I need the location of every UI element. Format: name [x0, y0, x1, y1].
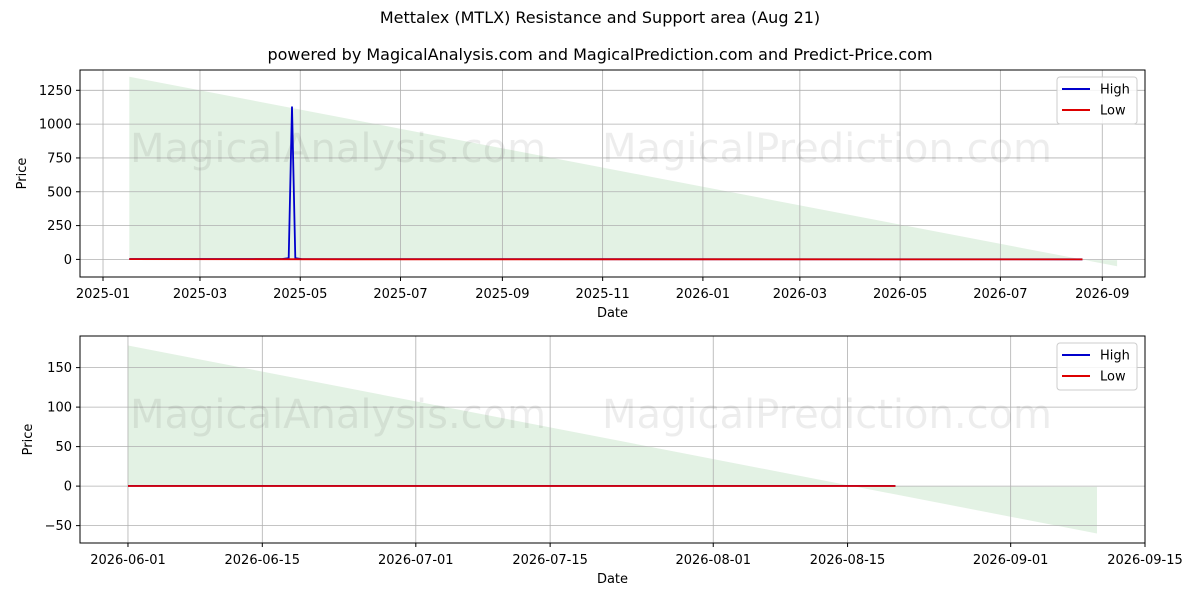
- support-resistance-band: [128, 345, 1097, 534]
- x-tick-label: 2026-07-15: [512, 553, 588, 568]
- x-tick-label: 2025-09: [475, 287, 529, 302]
- watermark-text: MagicalPrediction.com: [602, 392, 1052, 438]
- legend-label-low: Low: [1100, 104, 1126, 119]
- x-axis-title: Date: [597, 306, 628, 321]
- x-tick-label: 2026-07: [973, 287, 1027, 302]
- charts-canvas: MagicalAnalysis.com MagicalPrediction.com…: [15, 69, 1183, 587]
- chart-panel-2: MagicalAnalysis.com MagicalPrediction.com…: [21, 335, 1183, 587]
- x-tick-label: 2026-08-15: [810, 553, 886, 568]
- watermark-text: MagicalAnalysis.com: [130, 126, 546, 172]
- y-tick-label: 250: [47, 219, 72, 234]
- x-tick-label: 2026-06-15: [225, 553, 301, 568]
- legend-label-high: High: [1100, 83, 1130, 98]
- x-tick-label: 2026-09-01: [973, 553, 1049, 568]
- x-tick-label: 2026-05: [873, 287, 927, 302]
- x-tick-label: 2025-05: [273, 287, 327, 302]
- x-tick-label: 2025-01: [76, 287, 130, 302]
- x-axis-title: Date: [597, 572, 628, 587]
- legend-label-high: High: [1100, 349, 1130, 364]
- x-tick-label: 2026-08-01: [675, 553, 751, 568]
- y-tick-label: 750: [47, 151, 72, 166]
- legend-label-low: Low: [1100, 370, 1126, 385]
- chart-panel-1: MagicalAnalysis.com MagicalPrediction.com…: [15, 69, 1146, 321]
- x-tick-label: 2025-11: [575, 287, 629, 302]
- legend: High Low: [1056, 342, 1138, 391]
- legend: High Low: [1056, 76, 1138, 125]
- y-tick-label: 1250: [39, 84, 72, 99]
- y-axis-title: Price: [15, 158, 30, 190]
- x-tick-label: 2026-06-01: [90, 553, 166, 568]
- y-tick-label: 0: [64, 253, 72, 268]
- x-tick-label: 2025-03: [173, 287, 227, 302]
- y-tick-label: 1000: [39, 118, 72, 133]
- y-tick-label: 500: [47, 185, 72, 200]
- y-tick-label: −50: [45, 519, 72, 534]
- y-tick-label: 150: [47, 361, 72, 376]
- x-tick-label: 2026-03: [773, 287, 827, 302]
- y-tick-label: 100: [47, 401, 72, 416]
- watermark-text: MagicalAnalysis.com: [130, 392, 546, 438]
- x-tick-label: 2026-07-01: [378, 553, 454, 568]
- x-tick-label: 2026-09: [1075, 287, 1129, 302]
- x-tick-label: 2026-01: [676, 287, 730, 302]
- y-tick-label: 50: [55, 440, 72, 455]
- y-axis-title: Price: [21, 424, 36, 456]
- x-tick-label: 2026-09-15: [1107, 553, 1183, 568]
- watermark-text: MagicalPrediction.com: [602, 126, 1052, 172]
- x-tick-label: 2025-07: [373, 287, 427, 302]
- y-tick-label: 0: [64, 480, 72, 495]
